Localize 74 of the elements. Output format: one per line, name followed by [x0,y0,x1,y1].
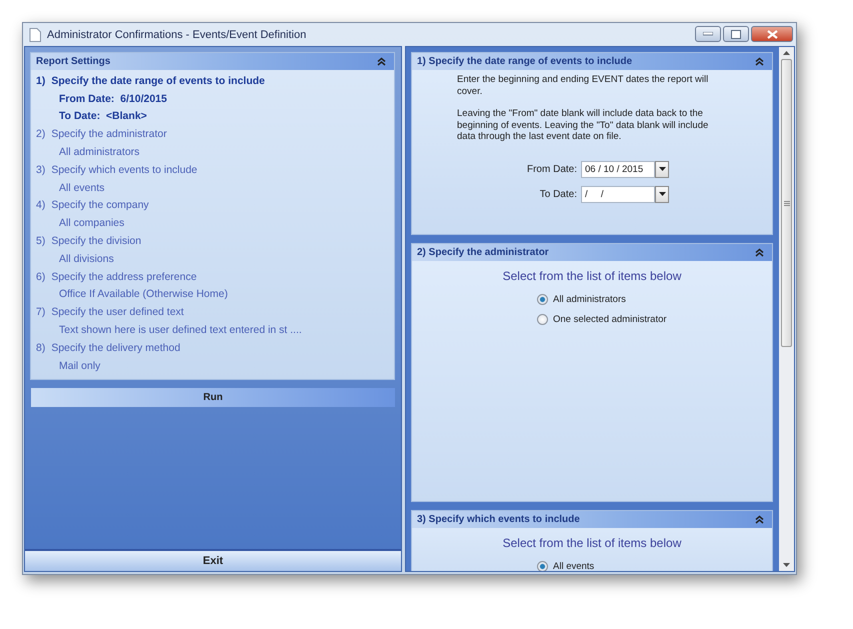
scroll-down-icon[interactable] [783,563,790,567]
maximize-button[interactable] [723,26,749,42]
field-label: To Date: [538,188,578,200]
step-value: Mail only [58,358,102,374]
step-number: 2) [36,128,46,140]
caret-icon [658,167,666,171]
instruction-text: Leaving the "From" date blank will include data back to the beginning of events. Leaving the "To" data blank will include data through the last event date on file. [457,108,710,142]
step-item[interactable]: 4) Specify the company [36,196,394,214]
step-number: 8) [36,342,46,354]
window-title: Administrator Confirmations - Events/Event Definition [47,28,308,40]
scroll-up-icon[interactable] [783,51,790,55]
step-value: From Date: 6/10/2015 [58,92,168,107]
dropdown-button[interactable] [655,186,669,202]
instruction-text: Enter the beginning and ending EVENT dates the report will cover. [457,74,710,97]
step-item[interactable]: 5) Specify the division [36,232,394,250]
section-title: 2) Specify the administrator [417,247,549,258]
step-number: 7) [36,306,46,318]
step-number: 5) [36,235,46,248]
step-item[interactable]: 2) Specify the administrator [36,125,394,144]
prompt-text: Select from the list of items below [502,269,682,283]
step-value: Office If Available (Otherwise Home) [58,287,229,302]
step-value: Text shown here is user defined text entered in st .... [58,323,303,338]
step-item[interactable]: 1) Specify the date range of events to include [36,72,394,90]
prompt-text: Select from the list of items below [502,536,682,550]
radio-button[interactable] [537,294,548,304]
exit-button[interactable]: Exit [25,549,401,571]
section-title: 3) Specify which events to include [417,514,580,525]
option-label: One selected administrator [553,314,667,324]
document-icon [29,28,41,42]
step-item[interactable]: 3) Specify which events to include [36,160,394,179]
step-title: Specify the administrator [51,128,167,140]
collapse-icon[interactable] [755,248,764,257]
radio-button[interactable] [537,314,548,324]
field-label: From Date: [526,164,578,174]
collapse-icon[interactable] [755,515,764,524]
collapse-icon[interactable] [755,57,764,66]
step-value: All companies [58,216,126,232]
scroll-thumb[interactable] [781,59,792,347]
run-button[interactable]: Run [31,388,395,407]
option-label: All administrators [553,294,626,304]
step-value: All administrators [58,145,141,160]
step-title: Specify the user defined text [51,306,184,318]
step-item[interactable]: 8) Specify the delivery method [36,338,394,357]
grip-icon [784,200,790,206]
step-number: 6) [36,270,46,283]
close-button[interactable] [751,26,793,42]
step-title: Specify the company [51,199,149,212]
option-label: All events [553,560,594,571]
step-number: 1) [36,74,46,87]
step-value: All events [58,180,106,196]
step-number: 3) [36,164,46,176]
close-icon [766,30,778,38]
step-title: Specify the address preference [51,270,197,283]
step-title: Specify the division [51,235,142,248]
step-number: 4) [36,199,46,212]
minimize-button[interactable] [695,26,721,42]
step-title: Specify the delivery method [51,342,180,354]
step-value: To Date: <Blank> [58,109,148,124]
step-value: All divisions [58,252,115,267]
scrollbar[interactable] [779,47,794,571]
step-item[interactable]: 6) Specify the address preference [36,268,394,286]
date-field[interactable]: / / [581,186,655,202]
section-title: 1) Specify the date range of events to include [417,56,632,67]
maximize-icon [731,30,741,38]
step-title: Specify which events to include [51,164,198,176]
minimize-icon [703,32,713,36]
step-item[interactable]: 7) Specify the user defined text [36,303,394,322]
caret-icon [658,192,666,196]
panel-title: Report Settings [36,56,110,67]
collapse-icon[interactable] [377,57,386,66]
radio-button[interactable] [537,560,548,571]
dropdown-button[interactable] [655,160,669,178]
date-field[interactable]: 06 / 10 / 2015 [581,160,655,178]
step-title: Specify the date range of events to include [51,74,265,87]
